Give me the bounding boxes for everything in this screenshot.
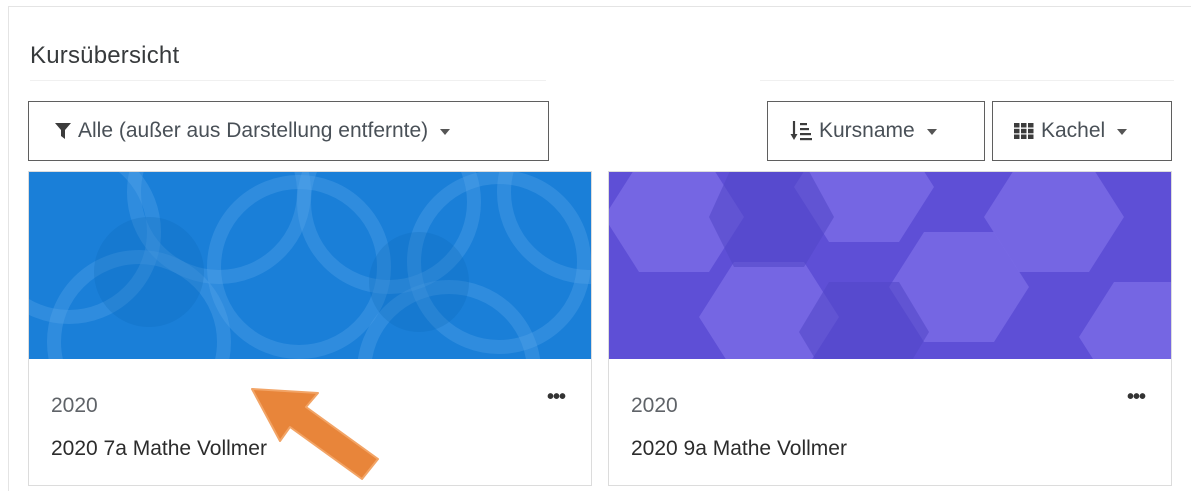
course-image[interactable] bbox=[609, 172, 1171, 359]
sort-label: Kursname bbox=[819, 119, 915, 142]
sort-dropdown-button[interactable]: Kursname bbox=[767, 101, 985, 161]
chevron-down-icon bbox=[1117, 129, 1128, 135]
course-category: 2020 bbox=[631, 394, 678, 417]
chevron-down-icon bbox=[926, 129, 937, 135]
course-actions-menu[interactable]: ••• bbox=[547, 386, 566, 409]
course-image[interactable] bbox=[29, 172, 591, 359]
grid-icon bbox=[1014, 123, 1034, 139]
course-category: 2020 bbox=[51, 394, 98, 417]
view-label: Kachel bbox=[1041, 119, 1106, 142]
filter-dropdown-button[interactable]: Alle (außer aus Darstellung entfernte) bbox=[28, 101, 549, 161]
title-divider bbox=[30, 80, 546, 81]
view-dropdown-button[interactable]: Kachel bbox=[992, 101, 1172, 161]
annotation-arrow-icon bbox=[251, 388, 379, 480]
course-card[interactable]: 2020 2020 9a Mathe Vollmer ••• bbox=[608, 171, 1172, 486]
title-divider bbox=[760, 80, 1174, 81]
filter-label: Alle (außer aus Darstellung entfernte) bbox=[78, 119, 429, 142]
course-name-link[interactable]: 2020 7a Mathe Vollmer bbox=[51, 437, 267, 461]
course-actions-menu[interactable]: ••• bbox=[1127, 386, 1146, 409]
chevron-down-icon bbox=[440, 129, 451, 135]
course-name-link[interactable]: 2020 9a Mathe Vollmer bbox=[631, 437, 847, 461]
block-title: Kursübersicht bbox=[30, 42, 180, 69]
sort-icon bbox=[790, 120, 812, 142]
filter-icon bbox=[55, 122, 71, 140]
